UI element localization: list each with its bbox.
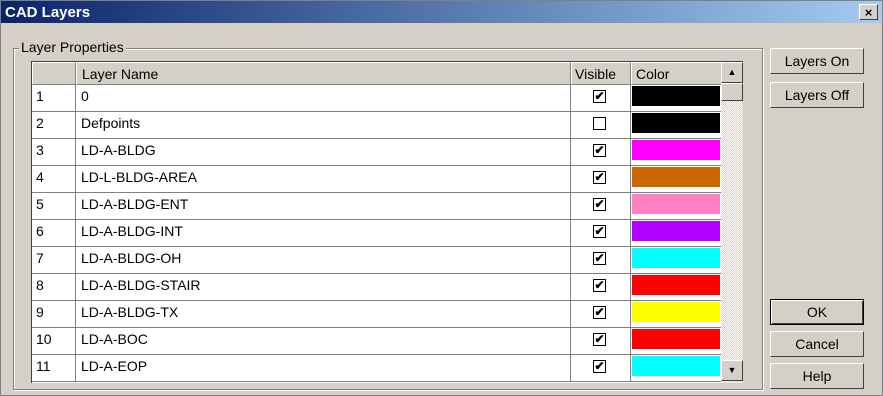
color-swatch[interactable] (632, 302, 720, 322)
header-visible[interactable]: Visible (571, 62, 631, 85)
header-num (32, 62, 76, 85)
table-row[interactable]: 7 LD-A-BLDG-OH ✔ (32, 247, 722, 274)
color-cell[interactable] (631, 220, 722, 247)
color-cell[interactable] (631, 193, 722, 220)
layers-on-button[interactable]: Layers On (770, 48, 864, 74)
visible-cell[interactable]: ✔ (571, 193, 631, 220)
visible-checkbox[interactable]: ✔ (593, 198, 606, 211)
visible-checkbox[interactable] (593, 117, 606, 130)
row-number[interactable]: 9 (32, 301, 76, 328)
visible-checkbox[interactable]: ✔ (593, 279, 606, 292)
group-label: Layer Properties (19, 39, 126, 55)
cancel-button[interactable]: Cancel (770, 331, 864, 357)
visible-cell[interactable]: ✔ (571, 166, 631, 193)
table-row[interactable]: 3 LD-A-BLDG ✔ (32, 139, 722, 166)
color-cell[interactable] (631, 85, 722, 112)
layer-name-cell[interactable]: LD-A-EOP (76, 355, 571, 382)
color-swatch[interactable] (632, 356, 720, 376)
visible-cell[interactable]: ✔ (571, 247, 631, 274)
layer-name-cell[interactable]: LD-L-BLDG-AREA (76, 166, 571, 193)
row-number[interactable]: 8 (32, 274, 76, 301)
visible-checkbox[interactable]: ✔ (593, 225, 606, 238)
color-cell[interactable] (631, 166, 722, 193)
layer-name-cell[interactable]: LD-A-BLDG-STAIR (76, 274, 571, 301)
layer-name-cell[interactable]: LD-A-BLDG-ENT (76, 193, 571, 220)
row-number[interactable]: 3 (32, 139, 76, 166)
visible-cell[interactable]: ✔ (571, 85, 631, 112)
row-number[interactable]: 11 (32, 355, 76, 382)
color-swatch[interactable] (632, 86, 720, 106)
color-cell[interactable] (631, 112, 722, 139)
visible-checkbox[interactable]: ✔ (593, 144, 606, 157)
close-icon[interactable]: × (859, 4, 878, 20)
scroll-up-icon[interactable]: ▲ (721, 62, 743, 83)
visible-checkbox[interactable]: ✔ (593, 171, 606, 184)
color-swatch[interactable] (632, 113, 720, 133)
visible-checkbox[interactable]: ✔ (593, 252, 606, 265)
color-swatch[interactable] (632, 329, 720, 349)
layer-name-cell[interactable]: LD-A-BLDG (76, 139, 571, 166)
color-swatch[interactable] (632, 140, 720, 160)
scroll-down-icon[interactable]: ▼ (721, 360, 743, 381)
color-cell[interactable] (631, 301, 722, 328)
row-number[interactable]: 7 (32, 247, 76, 274)
table-row[interactable]: 10 LD-A-BOC ✔ (32, 328, 722, 355)
visible-cell[interactable]: ✔ (571, 220, 631, 247)
table-row[interactable]: 9 LD-A-BLDG-TX ✔ (32, 301, 722, 328)
visible-cell[interactable]: ✔ (571, 328, 631, 355)
row-number[interactable]: 10 (32, 328, 76, 355)
visible-checkbox[interactable]: ✔ (593, 333, 606, 346)
visible-cell[interactable] (571, 112, 631, 139)
visible-cell[interactable]: ✔ (571, 274, 631, 301)
layer-name-cell[interactable]: 0 (76, 85, 571, 112)
color-swatch[interactable] (632, 194, 720, 214)
color-swatch[interactable] (632, 167, 720, 187)
row-number[interactable]: 4 (32, 166, 76, 193)
table-row[interactable]: 1 0 ✔ (32, 85, 722, 112)
row-number[interactable]: 2 (32, 112, 76, 139)
table-row[interactable]: 8 LD-A-BLDG-STAIR ✔ (32, 274, 722, 301)
table-row[interactable]: 5 LD-A-BLDG-ENT ✔ (32, 193, 722, 220)
row-number[interactable]: 5 (32, 193, 76, 220)
table-row[interactable]: 2 Defpoints (32, 112, 722, 139)
layer-name-cell[interactable]: LD-A-BLDG-INT (76, 220, 571, 247)
layer-name-cell[interactable]: Defpoints (76, 112, 571, 139)
color-cell[interactable] (631, 328, 722, 355)
title-bar[interactable]: CAD Layers × (1, 1, 882, 23)
visible-checkbox[interactable]: ✔ (593, 360, 606, 373)
visible-checkbox[interactable]: ✔ (593, 90, 606, 103)
row-number[interactable]: 6 (32, 220, 76, 247)
help-button[interactable]: Help (770, 363, 864, 389)
ok-button[interactable]: OK (770, 299, 864, 325)
header-row: Layer Name Visible Color (32, 62, 722, 86)
color-swatch[interactable] (632, 275, 720, 295)
scroll-thumb[interactable] (721, 83, 743, 101)
table-row[interactable]: 11 LD-A-EOP ✔ (32, 355, 722, 382)
color-swatch[interactable] (632, 221, 720, 241)
window-title: CAD Layers (5, 4, 91, 21)
header-layer-name[interactable]: Layer Name (76, 62, 571, 85)
visible-checkbox[interactable]: ✔ (593, 306, 606, 319)
color-cell[interactable] (631, 274, 722, 301)
color-cell[interactable] (631, 247, 722, 274)
table-row[interactable]: 6 LD-A-BLDG-INT ✔ (32, 220, 722, 247)
row-number[interactable]: 1 (32, 85, 76, 112)
layers-grid: Layer Name Visible Color 1 0 ✔ 2 Defpoints 3 L… (31, 61, 722, 383)
color-cell[interactable] (631, 139, 722, 166)
visible-cell[interactable]: ✔ (571, 301, 631, 328)
visible-cell[interactable]: ✔ (571, 139, 631, 166)
layer-name-cell[interactable]: LD-A-BLDG-OH (76, 247, 571, 274)
vertical-scrollbar[interactable]: ▲ ▼ (721, 61, 743, 383)
header-color[interactable]: Color (631, 62, 722, 85)
color-cell[interactable] (631, 355, 722, 382)
layer-name-cell[interactable]: LD-A-BLDG-TX (76, 301, 571, 328)
visible-cell[interactable]: ✔ (571, 355, 631, 382)
layers-off-button[interactable]: Layers Off (770, 82, 864, 108)
color-swatch[interactable] (632, 248, 720, 268)
table-row[interactable]: 4 LD-L-BLDG-AREA ✔ (32, 166, 722, 193)
cad-layers-dialog: CAD Layers × Layer Properties Layer Name… (0, 0, 883, 396)
layer-name-cell[interactable]: LD-A-BOC (76, 328, 571, 355)
